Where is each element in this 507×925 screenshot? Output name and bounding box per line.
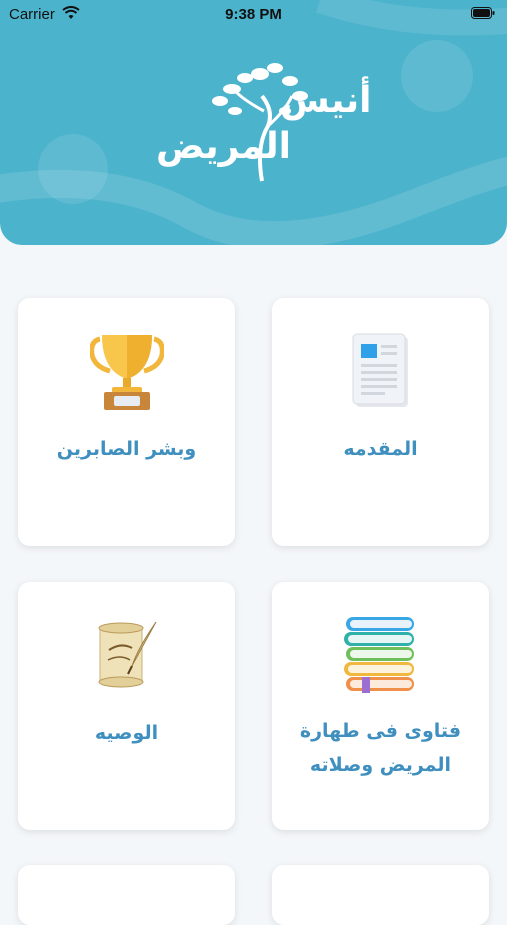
card-fatwas[interactable]: فتاوى فى طهارة المريض وصلاته — [272, 582, 489, 830]
card-partial[interactable] — [272, 865, 489, 925]
decorative-circle — [401, 40, 473, 112]
trophy-icon — [90, 335, 164, 410]
books-icon — [344, 617, 414, 693]
card-label: المقدمه — [343, 438, 418, 460]
card-patience[interactable]: وبشر الصابرين — [18, 298, 235, 546]
card-label: الوصيه — [94, 722, 159, 744]
header-banner: أنيس المريض — [0, 0, 507, 245]
card-will[interactable]: الوصيه — [18, 582, 235, 830]
status-bar: Carrier 9:38 PM — [0, 0, 507, 30]
scroll-quill-icon — [98, 621, 157, 688]
card-label: وبشر الصابرين — [56, 438, 197, 460]
card-partial[interactable] — [18, 865, 235, 925]
card-introduction[interactable]: المقدمه — [272, 298, 489, 546]
document-icon — [352, 333, 408, 407]
card-label-line2: المريض وصلاته — [309, 754, 452, 776]
card-label-line1: فتاوى فى طهارة — [299, 720, 462, 742]
logo-title-line2: المريض — [156, 126, 292, 167]
decorative-circle — [38, 134, 108, 204]
battery-icon — [471, 7, 495, 19]
logo-title-line1: أنيس — [280, 80, 372, 121]
clock: 9:38 PM — [225, 6, 282, 23]
